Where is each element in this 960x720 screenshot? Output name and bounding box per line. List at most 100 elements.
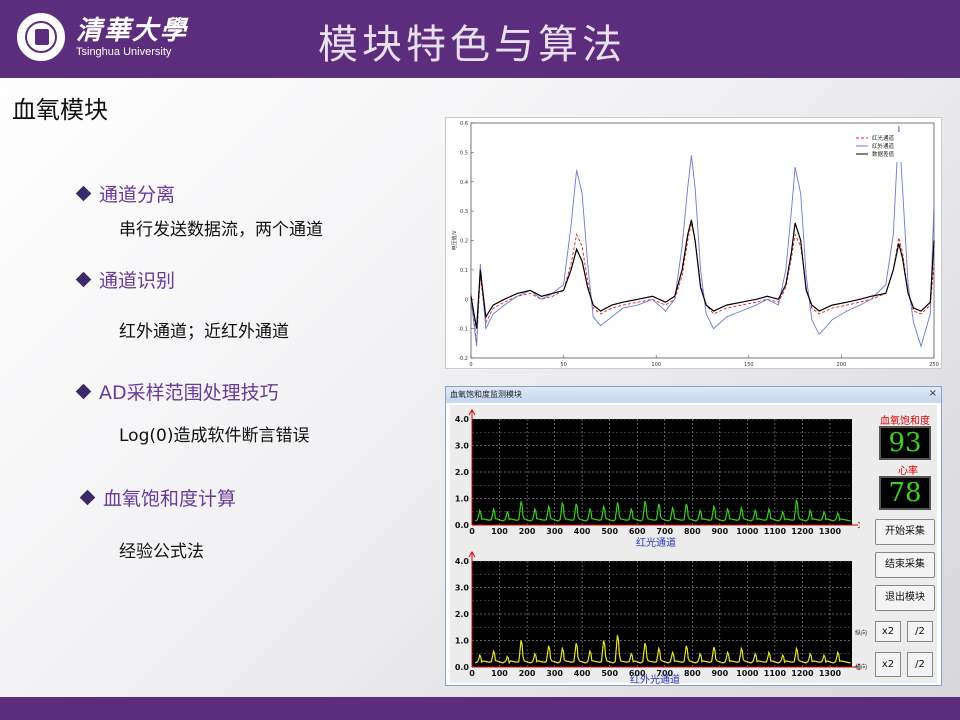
- y-tick-label: 0.0: [455, 663, 470, 672]
- x-tick-label: 800: [684, 527, 701, 535]
- section-title: 血氧模块: [12, 96, 108, 124]
- x-tick-label: 100: [651, 362, 661, 368]
- stop-capture-button[interactable]: 结束采集: [875, 552, 935, 578]
- ppg-chart-svg: -0.2 -0.1 0 0.1 0.2 0.3 0.4 0.5 0.6 0 50 100 150 200 2…: [451, 121, 939, 368]
- horizontal-zoom-out-button[interactable]: /2: [907, 652, 933, 677]
- vertical-zoom-out-button[interactable]: /2: [907, 621, 933, 642]
- footer-bar: [0, 697, 960, 720]
- close-icon[interactable]: ×: [929, 388, 937, 399]
- oximeter-app-window: 血氧饱和度监测模块 × 0 100 200 300 400 500 600 700 800 900…: [445, 386, 942, 686]
- bullet-label: 通道分离: [99, 184, 176, 206]
- y-tick-label: 1.0: [455, 637, 470, 646]
- start-capture-button[interactable]: 开始采集: [875, 519, 935, 545]
- x-tick-label: 1000: [736, 527, 759, 535]
- y-tick-label: 2.0: [455, 610, 470, 619]
- exit-module-button[interactable]: 退出模块: [875, 585, 935, 611]
- series-line-2: [470, 219, 935, 329]
- x-tick-label: 1200: [791, 527, 814, 535]
- slide-title: 模块特色与算法: [318, 22, 626, 68]
- diamond-bullet-icon: [79, 489, 96, 506]
- diamond-bullet-icon: [75, 383, 92, 400]
- y-tick-label: 0.2: [460, 239, 468, 245]
- legend-entry: 数据差值: [872, 150, 895, 158]
- bullet-label: 血氧饱和度计算: [103, 488, 237, 510]
- y-tick-label: 2.0: [455, 468, 470, 477]
- y-axis-label: 电压值/V: [451, 230, 458, 251]
- x-tick-label: 500: [601, 527, 618, 535]
- ppg-waveform-chart: -0.2 -0.1 0 0.1 0.2 0.3 0.4 0.5 0.6 0 50 100 150 200 2…: [445, 117, 942, 369]
- x-tick-label: 900: [711, 669, 728, 677]
- diamond-bullet-icon: [75, 271, 92, 288]
- bullet-item: 血氧饱和度计算: [79, 484, 237, 511]
- y-tick-label: 1.0: [455, 495, 470, 504]
- x-tick-label: 300: [546, 527, 563, 535]
- spo2-display: 93: [879, 426, 931, 460]
- bullet-detail: 经验公式法: [119, 542, 204, 562]
- x-tick-label: 100: [491, 527, 508, 535]
- x-tick-label: 1100: [764, 669, 787, 677]
- spo2-label: 血氧饱和度: [880, 416, 930, 427]
- tsinghua-seal-icon: [14, 10, 68, 64]
- y-tick-label: 3.0: [455, 584, 470, 593]
- x-tick-label: 0: [469, 669, 475, 677]
- bullet-label: AD采样范围处理技巧: [99, 382, 279, 404]
- bullet-detail: Log(0)造成软件断言错误: [119, 426, 310, 446]
- header-bar: 清華大學 Tsinghua University 模块特色与算法: [0, 0, 960, 78]
- bullet-item: 通道识别: [75, 266, 176, 293]
- heart-rate-label: 心率: [898, 466, 918, 477]
- y-tick-label: 4.0: [455, 415, 470, 424]
- y-tick-label: -0.2: [458, 356, 468, 362]
- window-panel: 0 100 200 300 400 500 600 700 800 900 1000 1100 1200…: [450, 405, 937, 686]
- vertical-zoom-in-button[interactable]: x2: [875, 621, 901, 642]
- x-tick-label: 1300: [819, 527, 842, 535]
- y-tick-label: 0.1: [460, 268, 468, 274]
- heart-rate-display: 78: [879, 476, 931, 510]
- x-tick-label: 0: [469, 362, 472, 368]
- x-tick-label: 400: [574, 527, 591, 535]
- x-tick-label: 100: [491, 669, 508, 677]
- x-tick-label: 200: [837, 362, 847, 368]
- x-tick-label: 200: [519, 527, 536, 535]
- x-tick-label: 0: [469, 527, 475, 535]
- y-tick-label: 3.0: [455, 442, 470, 451]
- vertical-scale-label: 纵向: [855, 630, 868, 637]
- x-tick-label: 800: [684, 669, 701, 677]
- x-tick-label: 1000: [736, 669, 759, 677]
- y-tick-label: -0.1: [458, 327, 468, 333]
- horizontal-scale-label: 横向: [855, 664, 868, 671]
- logo-chinese: 清華大學: [76, 16, 189, 46]
- red-channel-plot: 0 100 200 300 400 500 600 700 800 900 1000 1100 1200…: [455, 409, 860, 535]
- x-tick-label: 400: [574, 669, 591, 677]
- x-axis-arrow-icon: [857, 521, 860, 529]
- bullet-item: 通道分离: [75, 180, 176, 207]
- y-tick-label: 0.0: [455, 521, 470, 530]
- bullet-detail: 串行发送数据流，两个通道: [119, 220, 323, 240]
- x-tick-label: 1300: [819, 669, 842, 677]
- x-tick-label: 1100: [764, 527, 787, 535]
- y-tick-label: 0.4: [460, 180, 468, 186]
- bullet-item: AD采样范围处理技巧: [75, 378, 279, 405]
- bullet-detail: 红外通道；近红外通道: [119, 322, 289, 342]
- horizontal-zoom-in-button[interactable]: x2: [875, 652, 901, 677]
- legend-entry: 红光通道: [872, 134, 895, 142]
- x-tick-label: 200: [519, 669, 536, 677]
- x-tick-label: 300: [546, 669, 563, 677]
- x-tick-label: 900: [711, 527, 728, 535]
- logo-english: Tsinghua University: [76, 46, 172, 58]
- y-tick-label: 0.5: [460, 150, 468, 156]
- infrared-channel-plot: 0 100 200 300 400 500 600 700 800 900 1000 1100 1200…: [455, 551, 860, 677]
- y-tick-label: 0.6: [460, 121, 468, 127]
- y-tick-label: 0: [465, 297, 468, 303]
- window-title: 血氧饱和度监测模块: [450, 390, 522, 399]
- x-tick-label: 150: [744, 362, 754, 368]
- infrared-channel-label: 红外光通道: [630, 675, 680, 686]
- legend-entry: 红外通道: [872, 142, 895, 150]
- x-tick-label: 50: [560, 362, 566, 368]
- y-tick-label: 4.0: [455, 557, 470, 566]
- y-tick-label: 0.3: [460, 209, 468, 215]
- bullet-label: 通道识别: [99, 270, 176, 292]
- x-tick-label: 250: [929, 362, 939, 368]
- x-tick-label: 500: [601, 669, 618, 677]
- window-titlebar: 血氧饱和度监测模块 ×: [446, 387, 941, 403]
- diamond-bullet-icon: [75, 185, 92, 202]
